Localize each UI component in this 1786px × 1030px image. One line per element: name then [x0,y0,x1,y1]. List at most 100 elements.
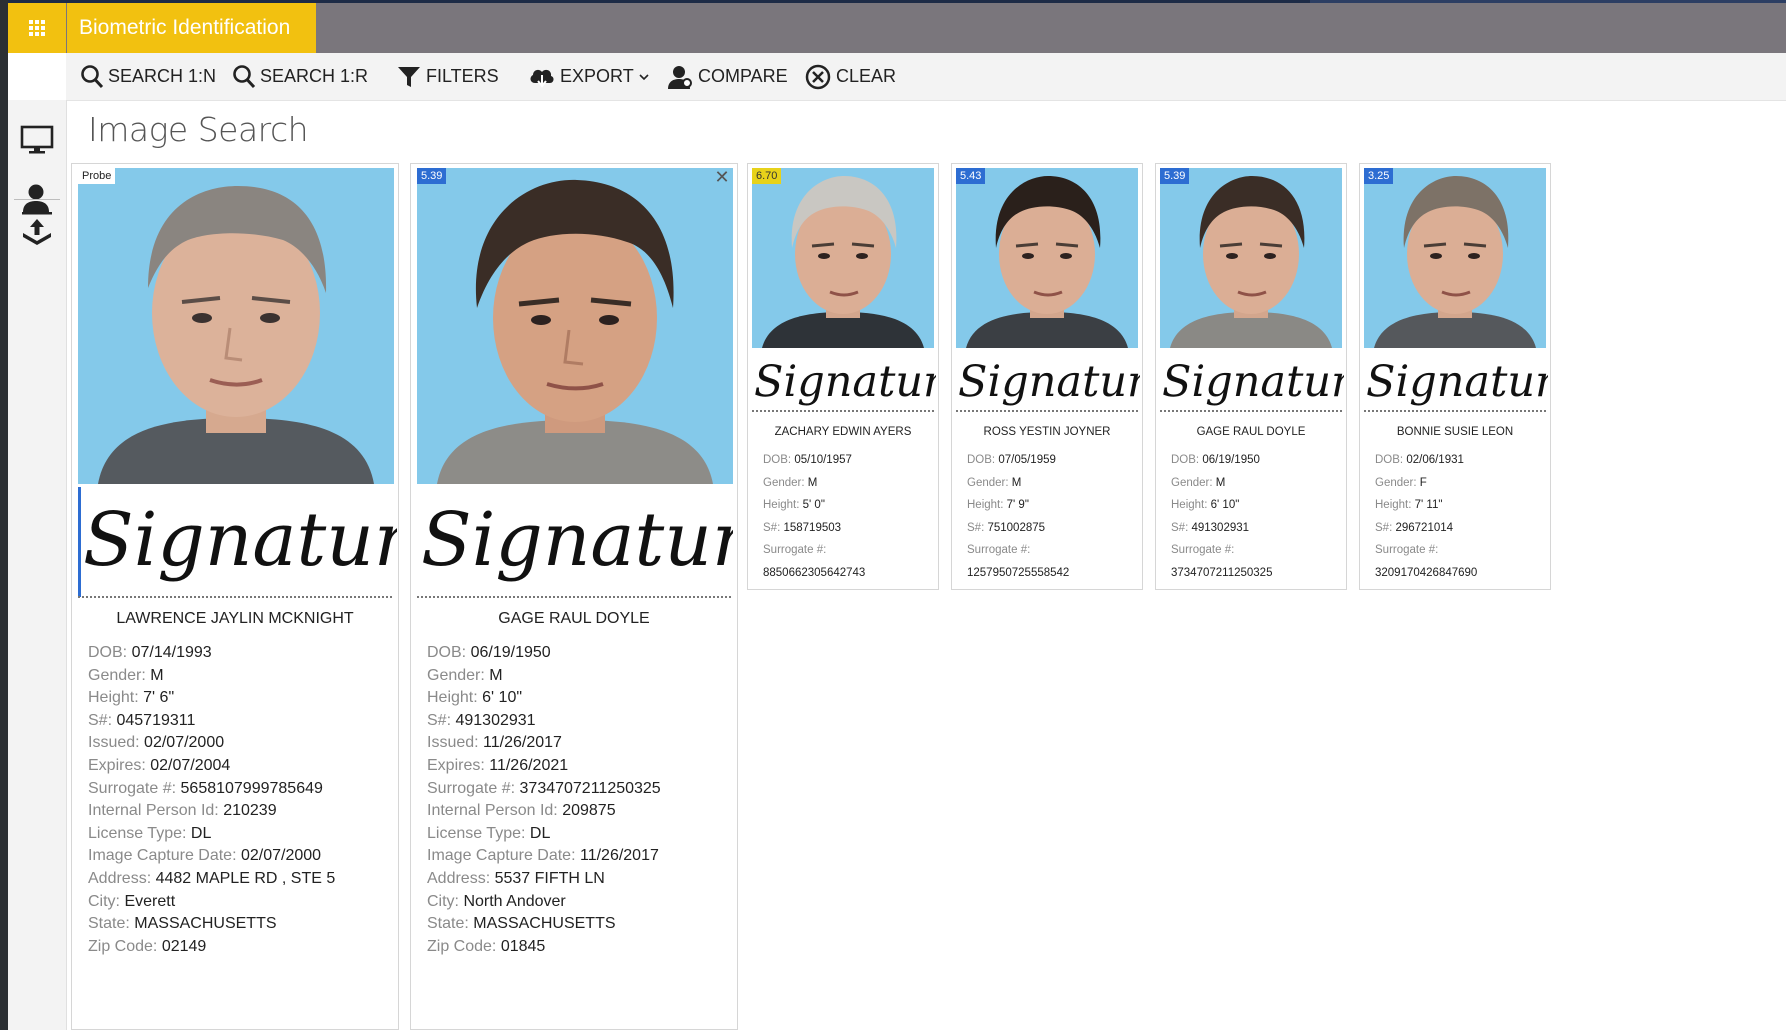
detail-label: State: [88,915,130,933]
toolbar: SEARCH 1:N SEARCH 1:R FILTERS EXPORT COM… [66,53,1786,101]
match-score-badge: 6.70 [752,168,782,184]
detail-row: S#: 158719503 [763,517,865,540]
signature-script: Signature [83,497,397,583]
match-score-badge: 5.43 [956,168,986,184]
gender-value: M [150,666,164,684]
gender-value: M [807,476,818,489]
person-name: ZACHARY EDWIN AYERS [774,426,912,438]
signature-image: Signature [1364,350,1548,410]
candidate-card[interactable]: 6.70 Signature ZACHARY EDWIN AYERS DOB: 05/… [747,163,939,590]
expires-value: 02/07/2004 [150,756,231,774]
candidate-card[interactable]: 5.39 Signature GAGE RAUL DOYLE DOB: 06/19/1… [1155,163,1347,590]
detail-row: DOB: 07/05/1959 [967,449,1069,472]
height-value: 6' 10" [482,689,523,707]
signature-divider [956,410,1138,412]
probe-card[interactable]: Probe Signature LAWRENCE JAYLIN MCKNIGHT… [71,163,399,1030]
license-type-value: DL [529,824,551,842]
detail-label: Surrogate #: [427,779,516,797]
address-value: 4482 MAPLE RD , STE 5 [155,869,336,887]
filters-label: FILTERS [426,66,499,86]
detail-row: S#: 045719311 [88,710,335,733]
export-button[interactable]: EXPORT [528,53,650,100]
detail-row: Height: 7' 6" [88,687,335,710]
detail-label: S#: [88,711,113,729]
candidate-photo: 3.25 [1364,168,1546,348]
signature-image: Signature [752,350,936,410]
person-name: GAGE RAUL DOYLE [1196,426,1306,438]
app-launcher-button[interactable] [8,3,66,53]
detail-label: DOB: [1171,454,1200,466]
sidenav-upload-button[interactable] [8,202,66,260]
gender-value: F [1419,476,1427,489]
detail-row: 3209170426847690 [1375,562,1477,585]
detail-row: Height: 7' 9" [967,494,1069,517]
detail-label: Height: [1375,499,1412,512]
detail-row: Address: 4482 MAPLE RD , STE 5 [88,868,335,891]
detail-row: Address: 5537 FIFTH LN [427,868,661,891]
face-photo-image [78,168,394,484]
sidenav-separator [14,199,60,200]
snum-value: 491302931 [1191,521,1250,534]
detail-label: Address: [427,869,491,887]
detail-label: S#: [1171,521,1189,534]
candidate-photo: 5.43 [956,168,1138,348]
search-1n-button[interactable]: SEARCH 1:N [80,53,216,100]
candidate-card[interactable]: 5.43 Signature ROSS YESTIN JOYNER DOB: 07/0… [951,163,1143,590]
grid-icon [29,20,45,36]
face-photo-image [752,168,934,348]
filters-button[interactable]: FILTERS [396,53,499,100]
candidate-card[interactable]: 3.25 Signature BONNIE SUSIE LEON DOB: 02/06… [1359,163,1551,590]
chevron-down-icon [639,73,649,80]
detail-row: Gender: M [763,472,865,495]
issued-value: 02/07/2000 [144,734,225,752]
gender-value: M [489,666,503,684]
detail-row: DOB: 07/14/1993 [88,642,335,665]
detail-row: Zip Code: 01845 [427,936,661,959]
detail-label: Height: [88,689,139,707]
detail-row: Height: 6' 10" [427,687,661,710]
city-value: North Andover [463,892,566,910]
detail-label: Expires: [427,756,485,774]
sidenav-monitor-button[interactable] [8,111,66,169]
snum-value: 751002875 [987,521,1046,534]
detail-label: Expires: [88,756,146,774]
match-score-badge: 5.39 [417,168,447,184]
detail-label: S#: [763,521,781,534]
detail-label: Surrogate #: [967,544,1031,557]
height-value: 7' 11" [1414,499,1443,512]
selected-match-card[interactable]: 5.39 ✕ Signature GAGE RAUL DOYLE DOB: 06… [410,163,738,1030]
app-title: Biometric Identification [67,3,316,53]
dob-value: 06/19/1950 [470,644,551,661]
detail-label: Surrogate #: [1171,544,1235,557]
detail-label: Gender: [1375,476,1417,489]
dob-value: 02/06/1931 [1406,454,1464,466]
candidate-photo: 6.70 [752,168,934,348]
detail-row: S#: 296721014 [1375,517,1477,540]
detail-label: Gender: [88,666,146,684]
compare-button[interactable]: COMPARE [666,53,788,100]
detail-row: 8850662305642743 [763,562,865,585]
detail-row: Height: 6' 10" [1171,494,1272,517]
compare-label: COMPARE [698,66,788,86]
face-photo-image [1160,168,1342,348]
state-value: MASSACHUSETTS [134,915,277,933]
capture-date-value: 02/07/2000 [240,847,322,865]
detail-label: DOB: [763,454,792,466]
clear-button[interactable]: CLEAR [804,53,896,100]
detail-row: S#: 491302931 [1171,517,1272,540]
detail-label: Zip Code: [427,937,497,955]
signature-image: Signature [417,487,733,597]
dob-value: 05/10/1957 [794,454,852,466]
monitor-icon [20,125,54,154]
snum-value: 491302931 [455,711,536,729]
search-1r-button[interactable]: SEARCH 1:R [232,53,368,100]
close-icon[interactable]: ✕ [713,168,731,186]
page-title: Image Search [88,110,309,149]
detail-label: Surrogate #: [88,779,177,797]
detail-row: Expires: 02/07/2004 [88,755,335,778]
issued-value: 11/26/2017 [483,734,562,752]
detail-label: S#: [427,711,452,729]
detail-row: Issued: 02/07/2000 [88,732,335,755]
detail-row: DOB: 06/19/1950 [1171,449,1272,472]
person-name: LAWRENCE JAYLIN MCKNIGHT [116,610,354,627]
